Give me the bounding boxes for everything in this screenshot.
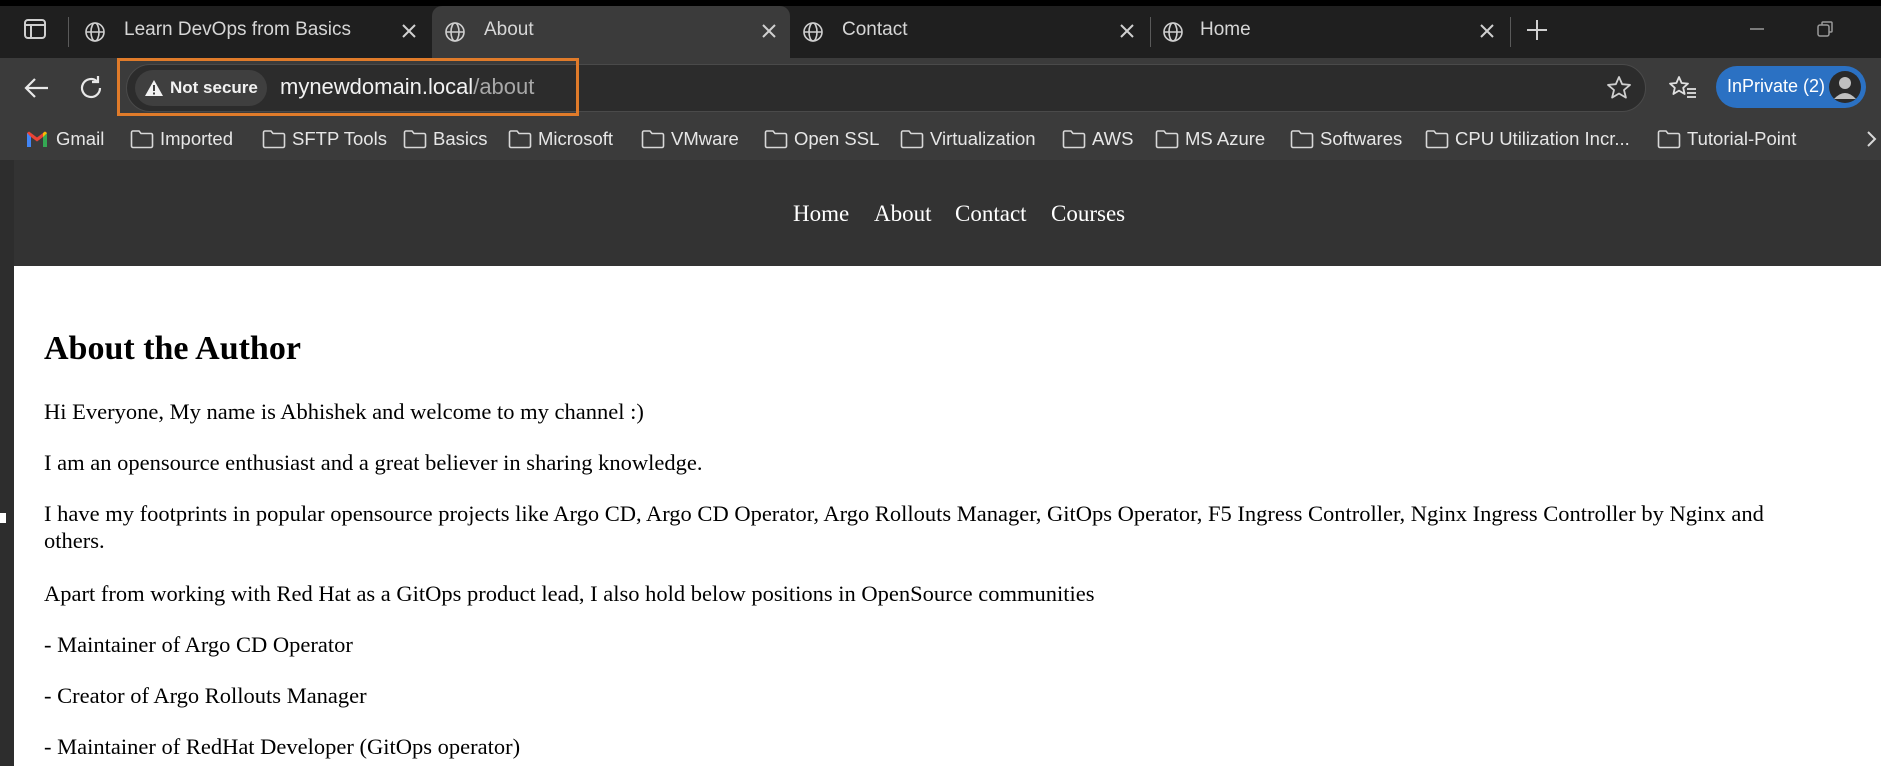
bookmark-label: Softwares (1320, 128, 1403, 149)
refresh-icon[interactable] (76, 73, 106, 103)
folder-icon (764, 129, 788, 154)
enthusiast-paragraph: I am an opensource enthusiast and a grea… (44, 450, 703, 475)
position-list-item: - Maintainer of Argo CD Operator (44, 632, 353, 657)
site-navbar: Home About Contact Courses (14, 160, 1881, 266)
footprints-paragraph-continued: others. (44, 528, 105, 553)
close-icon[interactable] (1116, 20, 1138, 42)
bookmark-label: VMware (671, 128, 739, 149)
bookmark-label: Tutorial-Point (1687, 128, 1797, 149)
tab-learn-devops[interactable]: Learn DevOps from Basics (72, 6, 432, 58)
window-resize-handle[interactable] (0, 513, 6, 523)
new-tab-icon[interactable] (1524, 17, 1550, 43)
bookmark-label: Gmail (56, 128, 105, 149)
window-left-edge (0, 160, 14, 766)
bookmark-label: MS Azure (1185, 128, 1266, 149)
position-list-item: - Maintainer of RedHat Developer (GitOps… (44, 734, 521, 759)
inprivate-profile-button[interactable]: InPrivate (2) (1716, 66, 1866, 108)
globe-icon (444, 21, 466, 43)
tab-title: Learn DevOps from Basics (124, 19, 352, 40)
tab-title: About (484, 19, 534, 40)
url-highlight-box (117, 58, 579, 116)
folder-icon (130, 129, 154, 154)
tab-actions-icon[interactable] (22, 16, 48, 42)
nav-link-contact[interactable]: Contact (955, 201, 1027, 227)
bookmark-label: CPU Utilization Incr... (1455, 128, 1630, 149)
close-icon[interactable] (398, 20, 420, 42)
avatar (1828, 70, 1862, 104)
restore-icon[interactable] (1813, 17, 1837, 41)
back-icon[interactable] (22, 73, 52, 103)
footprints-paragraph: I have my footprints in popular opensour… (44, 501, 1764, 526)
bookmark-label: Basics (433, 128, 488, 149)
page-heading: About the Author (44, 330, 301, 367)
tab-contact[interactable]: Contact (790, 6, 1148, 58)
chevron-right-icon[interactable] (1864, 128, 1878, 150)
favorites-icon[interactable] (1668, 74, 1698, 102)
folder-icon (900, 129, 924, 154)
minimize-icon[interactable] (1745, 17, 1769, 41)
nav-link-about[interactable]: About (874, 201, 932, 227)
tab-about[interactable]: About (432, 6, 790, 58)
tab-separator (1510, 17, 1511, 47)
bookmark-label: Virtualization (930, 128, 1036, 149)
folder-icon (1657, 129, 1681, 154)
folder-icon (1425, 129, 1449, 154)
bookmark-label: Imported (160, 128, 234, 149)
tab-separator (68, 17, 69, 47)
folder-icon (1290, 129, 1314, 154)
folder-icon (1062, 129, 1086, 154)
bookmark-label: AWS (1092, 128, 1134, 149)
web-page: Home About Contact Courses About the Aut… (14, 160, 1881, 766)
bookmark-label: SFTP Tools (292, 128, 387, 149)
folder-icon (403, 129, 427, 154)
positions-paragraph: Apart from working with Red Hat as a Git… (44, 581, 1095, 606)
folder-icon (262, 129, 286, 154)
nav-link-courses[interactable]: Courses (1051, 201, 1125, 227)
favorite-star-icon[interactable] (1605, 74, 1633, 102)
gmail-icon (26, 130, 48, 153)
tab-home[interactable]: Home (1150, 6, 1508, 58)
close-icon[interactable] (1476, 20, 1498, 42)
folder-icon (1155, 129, 1179, 154)
folder-icon (508, 129, 532, 154)
tab-title: Home (1200, 19, 1251, 40)
close-icon[interactable] (758, 20, 780, 42)
bookmark-label: Microsoft (538, 128, 614, 149)
folder-icon (641, 129, 665, 154)
tab-strip: Learn DevOps from Basics About Contact H… (0, 0, 1881, 58)
position-list-item: - Creator of Argo Rollouts Manager (44, 683, 367, 708)
globe-icon (802, 21, 824, 43)
inprivate-label: InPrivate (2) (1727, 76, 1826, 96)
tab-title: Contact (842, 19, 908, 40)
globe-icon (84, 21, 106, 43)
nav-link-home[interactable]: Home (793, 201, 849, 227)
globe-icon (1162, 21, 1184, 43)
bookmark-label: Open SSL (794, 128, 880, 149)
intro-paragraph: Hi Everyone, My name is Abhishek and wel… (44, 399, 644, 424)
